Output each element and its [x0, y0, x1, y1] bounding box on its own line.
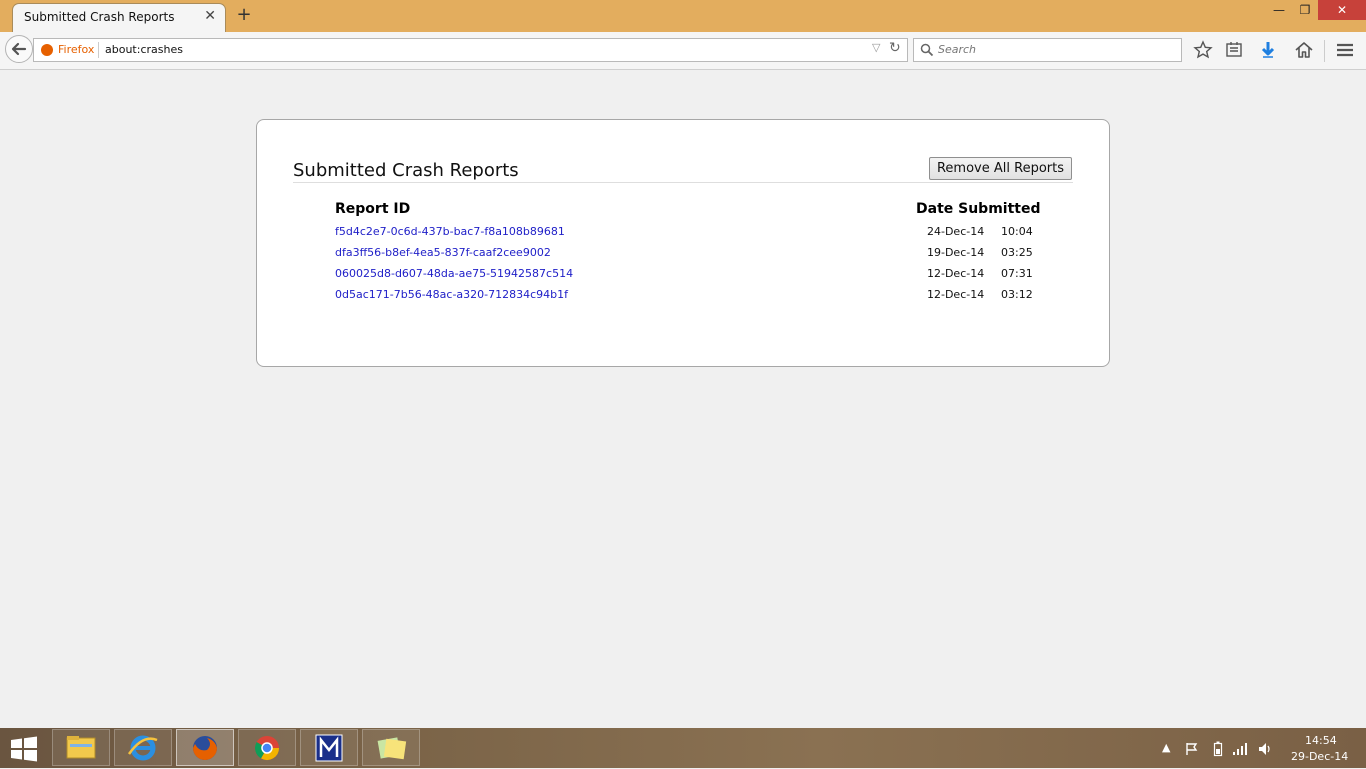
toolbar-separator: [1324, 40, 1325, 62]
m-app-icon: [315, 734, 343, 762]
report-time: 10:04: [1001, 225, 1033, 238]
windows-start-icon[interactable]: [10, 736, 38, 762]
internet-explorer-icon: [127, 735, 158, 761]
report-time: 03:12: [1001, 288, 1033, 301]
tab-title: Submitted Crash Reports: [24, 10, 175, 24]
firefox-icon: [193, 736, 217, 760]
restore-button[interactable]: ❐: [1294, 0, 1316, 20]
taskbar-firefox[interactable]: [176, 729, 234, 766]
report-time: 03:25: [1001, 246, 1033, 259]
sticky-notes-icon: [377, 737, 407, 760]
page-title: Submitted Crash Reports: [293, 160, 519, 181]
downloads-icon[interactable]: [1258, 40, 1278, 60]
taskbar-m-app[interactable]: [300, 729, 358, 766]
remove-all-reports-button[interactable]: Remove All Reports: [929, 157, 1072, 180]
back-button[interactable]: [5, 35, 33, 63]
report-date: 19-Dec-14: [927, 246, 985, 259]
history-dropdown-icon[interactable]: ▽: [872, 41, 880, 54]
clock-time[interactable]: 14:54: [1305, 734, 1337, 747]
navigation-toolbar: Firefox about:crashes ▽ ↻ Search: [0, 32, 1366, 70]
report-date: 24-Dec-14: [927, 225, 985, 238]
new-tab-button[interactable]: +: [234, 4, 254, 26]
title-divider: [293, 182, 1073, 183]
report-date: 12-Dec-14: [927, 267, 985, 280]
clock-date[interactable]: 29-Dec-14: [1291, 750, 1348, 763]
network-icon[interactable]: [1232, 742, 1248, 756]
windows-taskbar: ▲ 14:54 29-Dec-14: [0, 728, 1366, 768]
search-input[interactable]: Search: [938, 43, 976, 56]
crash-reports-panel: Submitted Crash Reports Remove All Repor…: [256, 119, 1110, 367]
bookmarks-menu-icon[interactable]: [1224, 40, 1244, 60]
url-bar[interactable]: Firefox about:crashes ▽ ↻: [33, 38, 908, 62]
url-separator: [98, 42, 99, 58]
taskbar-file-explorer[interactable]: [52, 729, 110, 766]
report-time: 07:31: [1001, 267, 1033, 280]
taskbar-internet-explorer[interactable]: [114, 729, 172, 766]
report-row: 0d5ac171-7b56-48ac-a320-712834c94b1f 12-…: [257, 288, 1109, 309]
minimize-button[interactable]: —: [1268, 0, 1290, 20]
search-bar[interactable]: Search: [913, 38, 1182, 62]
report-row: 060025d8-d607-48da-ae75-51942587c514 12-…: [257, 267, 1109, 288]
taskbar-sticky-notes[interactable]: [362, 729, 420, 766]
column-header-date-submitted: Date Submitted: [916, 201, 1041, 217]
title-bar: Submitted Crash Reports ✕ + — ❐ ✕: [0, 0, 1366, 32]
show-hidden-icons-icon[interactable]: ▲: [1162, 741, 1170, 754]
report-id-link[interactable]: dfa3ff56-b8ef-4ea5-837f-caaf2cee9002: [335, 246, 551, 259]
close-window-button[interactable]: ✕: [1318, 0, 1366, 20]
url-input[interactable]: about:crashes: [105, 43, 183, 56]
column-header-report-id: Report ID: [335, 201, 411, 217]
hamburger-menu-icon[interactable]: [1335, 40, 1355, 60]
report-id-link[interactable]: f5d4c2e7-0c6d-437b-bac7-f8a108b89681: [335, 225, 565, 238]
taskbar-chrome[interactable]: [238, 729, 296, 766]
home-icon[interactable]: [1294, 40, 1314, 60]
bookmark-star-icon[interactable]: [1193, 40, 1213, 60]
chrome-icon: [254, 736, 279, 761]
file-explorer-icon: [66, 736, 96, 759]
identity-label[interactable]: Firefox: [58, 43, 94, 56]
volume-icon[interactable]: [1258, 742, 1274, 756]
firefox-identity-icon[interactable]: [41, 44, 53, 56]
report-row: f5d4c2e7-0c6d-437b-bac7-f8a108b89681 24-…: [257, 225, 1109, 246]
back-arrow-icon: [11, 42, 27, 56]
reload-icon[interactable]: ↻: [889, 40, 901, 56]
battery-icon[interactable]: [1213, 741, 1223, 757]
tab-crash-reports[interactable]: Submitted Crash Reports ✕: [12, 3, 226, 32]
tab-close-icon[interactable]: ✕: [204, 8, 216, 24]
report-id-link[interactable]: 0d5ac171-7b56-48ac-a320-712834c94b1f: [335, 288, 568, 301]
search-icon: [920, 43, 934, 57]
report-row: dfa3ff56-b8ef-4ea5-837f-caaf2cee9002 19-…: [257, 246, 1109, 267]
action-center-flag-icon[interactable]: [1185, 742, 1199, 756]
report-date: 12-Dec-14: [927, 288, 985, 301]
report-id-link[interactable]: 060025d8-d607-48da-ae75-51942587c514: [335, 267, 573, 280]
